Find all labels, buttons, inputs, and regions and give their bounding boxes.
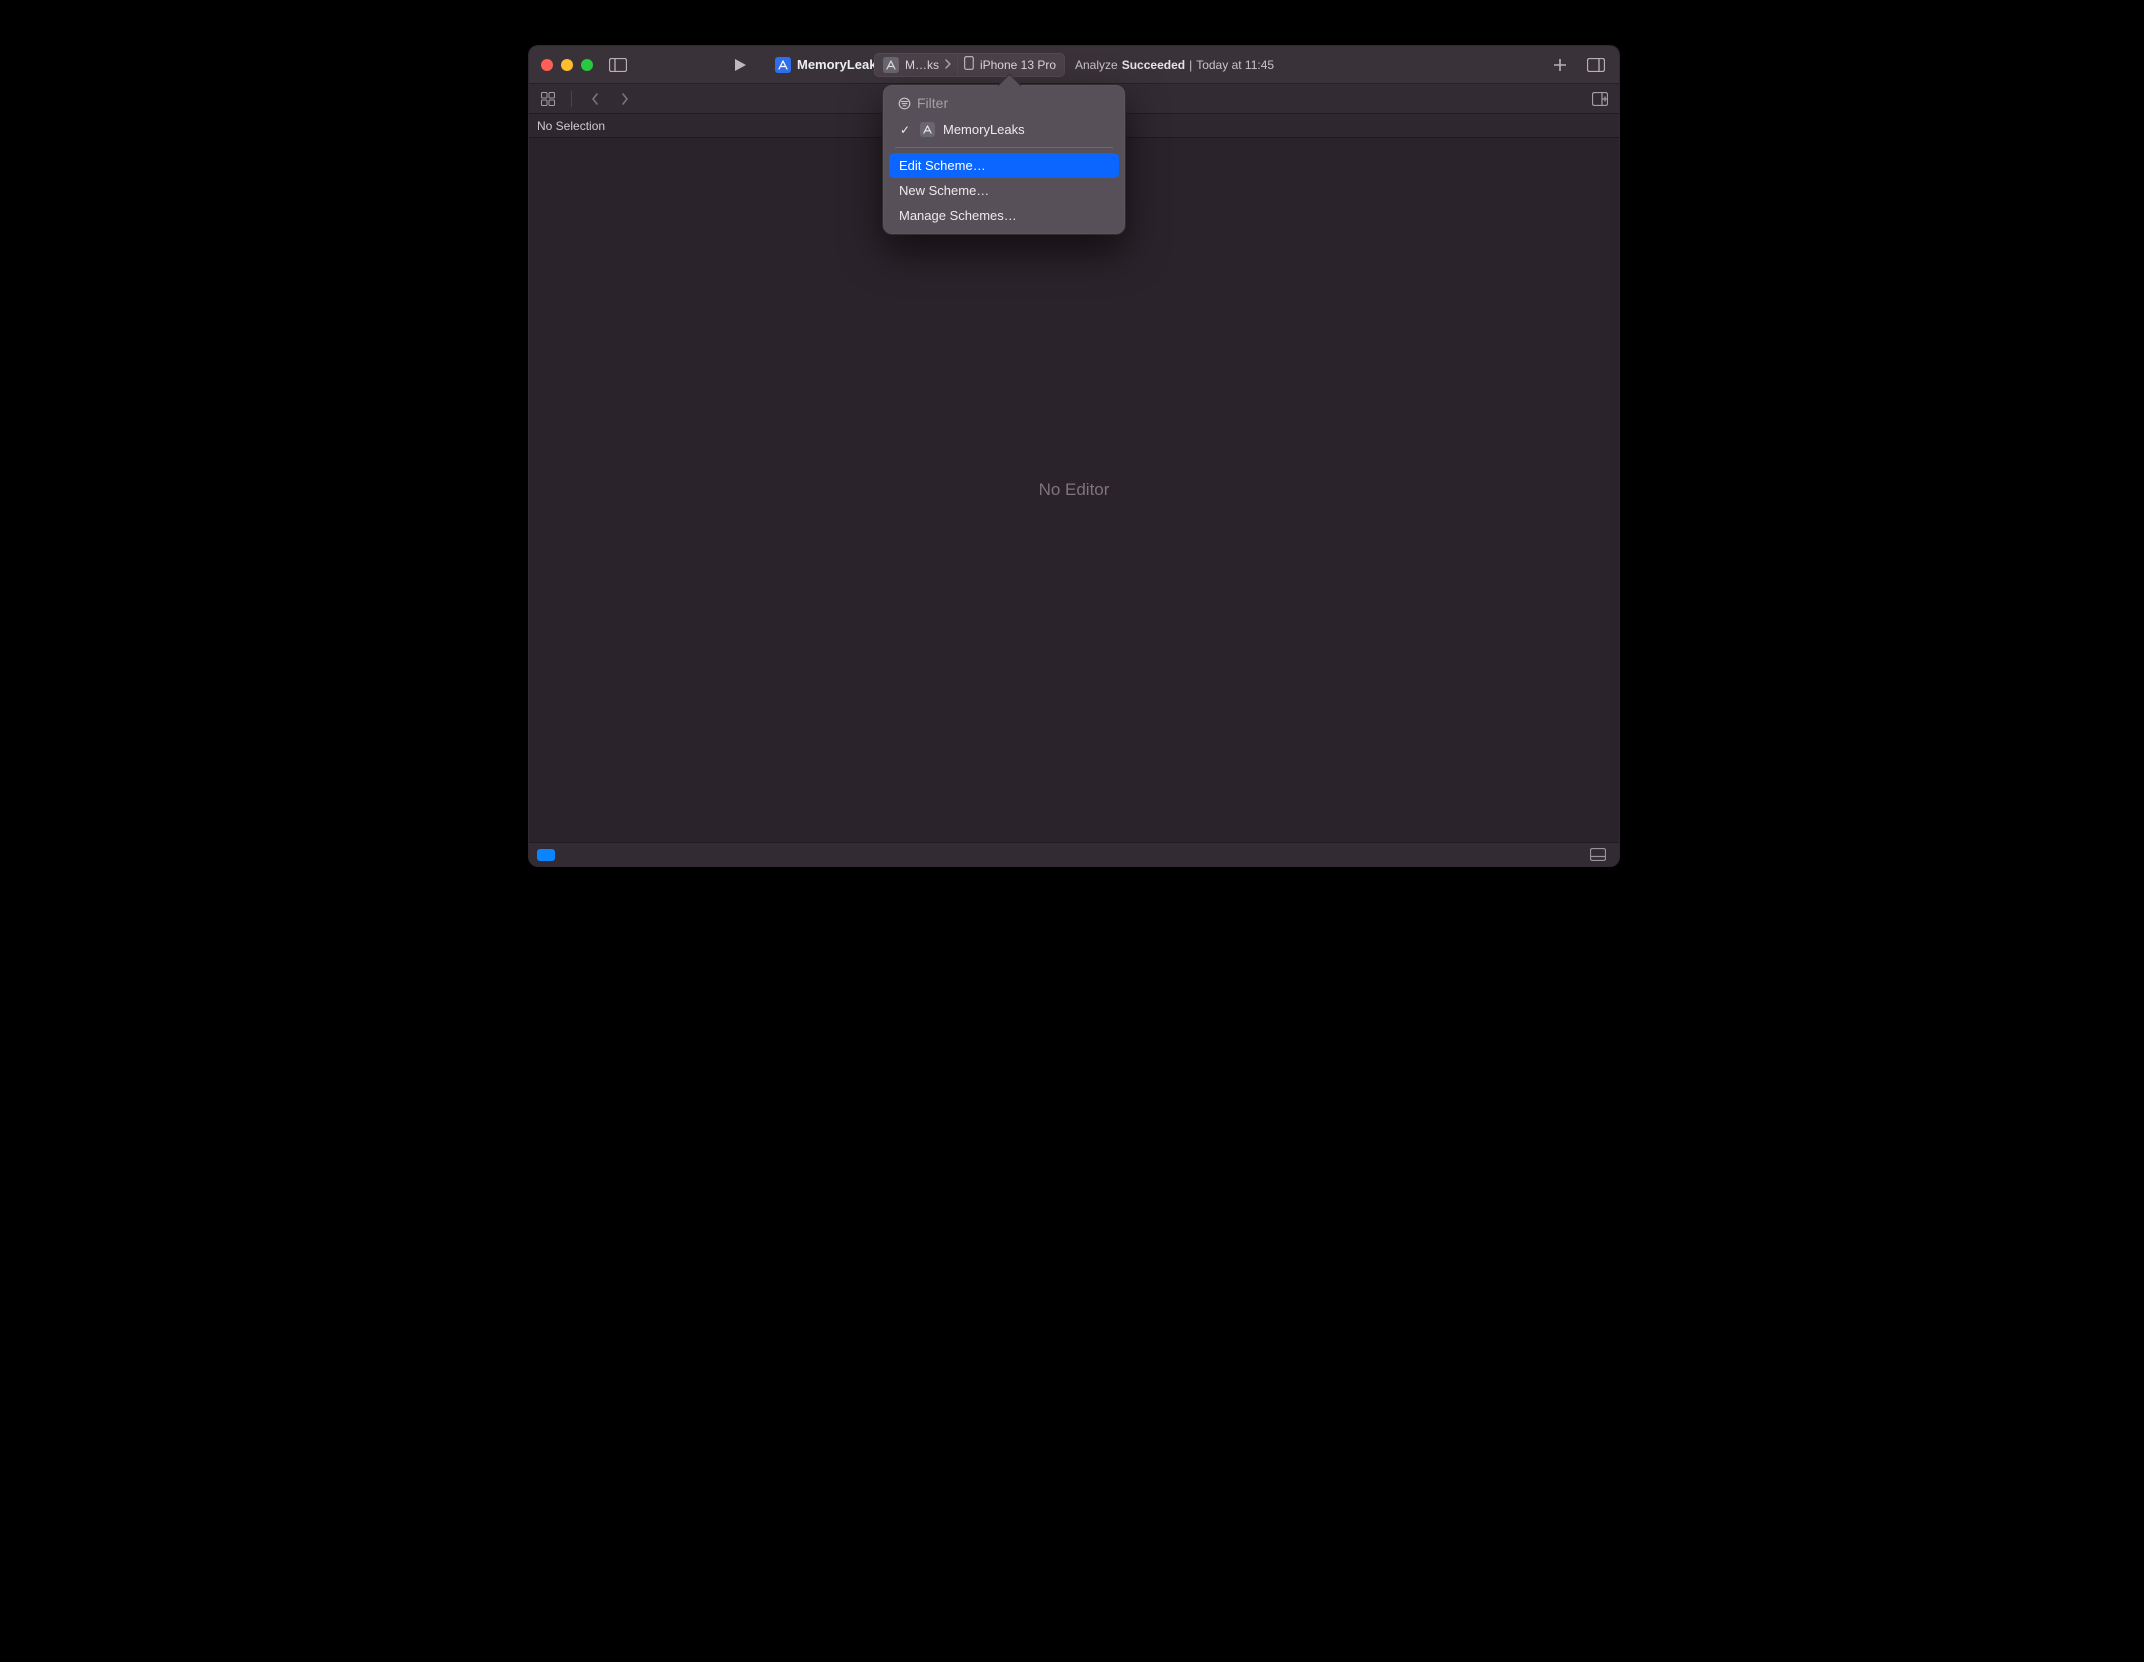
window-controls <box>537 59 597 71</box>
device-icon <box>964 56 974 73</box>
status-result: Succeeded <box>1122 58 1185 72</box>
navigator-grid-button[interactable] <box>535 86 561 112</box>
active-scheme[interactable]: MemoryLeaks <box>775 57 884 73</box>
toolbar: MemoryLeaks M…ks iPhone 13 <box>529 46 1619 84</box>
scheme-item-label: MemoryLeaks <box>943 122 1025 137</box>
add-editor-button[interactable] <box>1587 86 1613 112</box>
project-name-label: MemoryLeaks <box>797 57 884 72</box>
toggle-left-sidebar-button[interactable] <box>605 52 631 78</box>
menu-divider <box>895 147 1113 148</box>
zoom-window-button[interactable] <box>581 59 593 71</box>
menu-new-scheme[interactable]: New Scheme… <box>889 178 1119 203</box>
scheme-filter-input[interactable] <box>917 95 1111 111</box>
scheme-menu-popover: ✓ MemoryLeaks Edit Scheme… New Scheme… M… <box>882 84 1126 235</box>
status-separator: | <box>1189 58 1192 72</box>
library-button[interactable] <box>1583 52 1609 78</box>
breadcrumb-text: No Selection <box>537 119 605 133</box>
destination-selector-button[interactable]: iPhone 13 Pro <box>957 53 1065 77</box>
app-icon-small <box>883 57 899 73</box>
toggle-debug-area-button[interactable] <box>1585 842 1611 868</box>
editor-area: No Editor <box>529 138 1619 842</box>
status-action: Analyze <box>1075 58 1118 72</box>
chevron-right-icon <box>945 58 951 72</box>
destination-label: iPhone 13 Pro <box>980 58 1056 72</box>
checkmark-icon: ✓ <box>899 123 911 137</box>
menu-edit-scheme-label: Edit Scheme… <box>899 158 986 173</box>
run-button[interactable] <box>727 52 753 78</box>
add-button[interactable] <box>1547 52 1573 78</box>
divider <box>571 91 572 107</box>
debug-bar <box>529 842 1619 866</box>
minimize-window-button[interactable] <box>561 59 573 71</box>
scheme-selector-button[interactable]: M…ks <box>874 53 957 77</box>
app-icon <box>775 57 791 73</box>
toolbar-right <box>1547 52 1611 78</box>
menu-new-scheme-label: New Scheme… <box>899 183 989 198</box>
app-stage: MemoryLeaks M…ks iPhone 13 <box>456 0 1688 955</box>
editor-placeholder: No Editor <box>1039 480 1110 500</box>
menu-manage-schemes[interactable]: Manage Schemes… <box>889 203 1119 228</box>
scheme-item-memoryleaks[interactable]: ✓ MemoryLeaks <box>889 117 1119 142</box>
activity-status: Analyze Succeeded | Today at 11:45 <box>1075 58 1274 72</box>
scheme-destination-status: M…ks iPhone 13 Pro Analyze Succeeded | T… <box>874 53 1274 77</box>
menu-edit-scheme[interactable]: Edit Scheme… <box>889 153 1119 178</box>
filter-icon <box>897 96 911 110</box>
menu-manage-schemes-label: Manage Schemes… <box>899 208 1017 223</box>
history-back-button[interactable] <box>582 86 608 112</box>
history-forward-button[interactable] <box>612 86 638 112</box>
scheme-name-truncated: M…ks <box>905 58 939 72</box>
scheme-filter-row <box>889 91 1119 117</box>
status-timestamp: Today at 11:45 <box>1196 58 1274 72</box>
app-icon-small <box>919 122 935 137</box>
close-window-button[interactable] <box>541 59 553 71</box>
debug-indicator[interactable] <box>537 849 555 861</box>
